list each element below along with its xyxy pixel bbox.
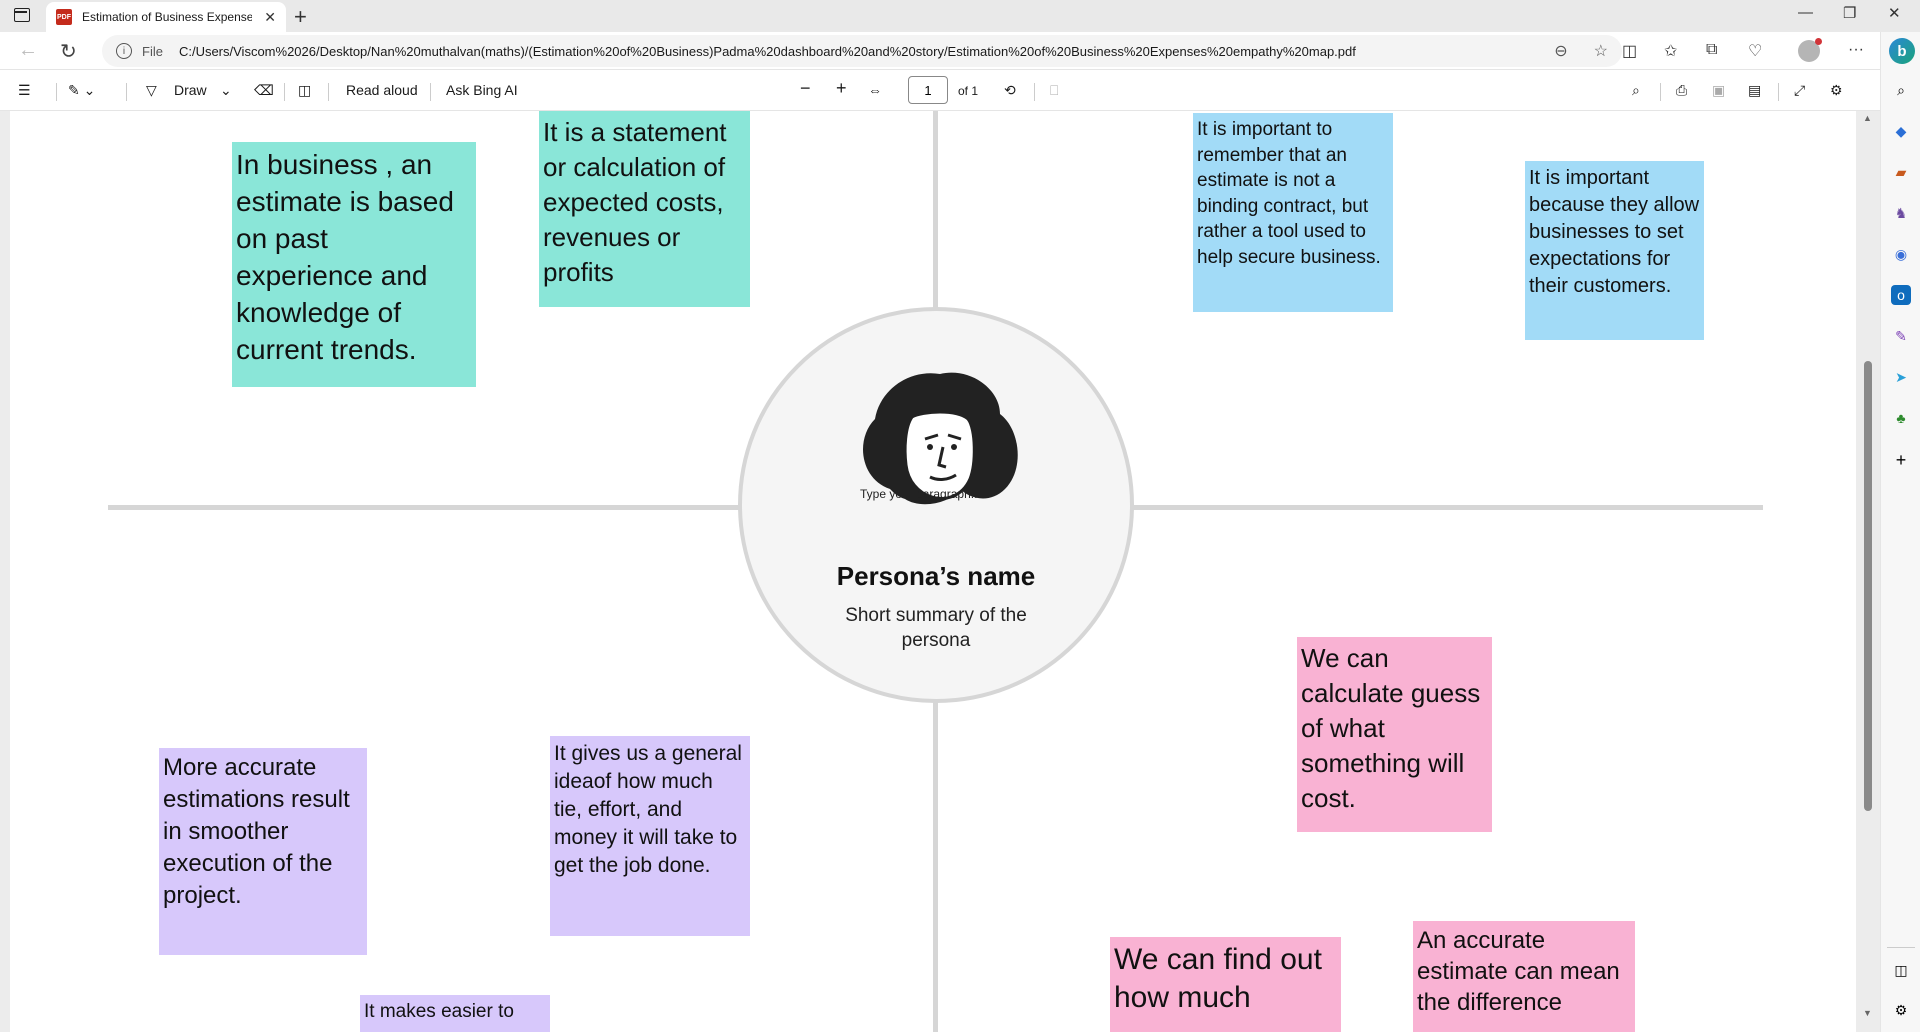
scrollbar-thumb[interactable] <box>1864 361 1872 811</box>
fullscreen-icon[interactable]: ⤢ <box>1794 82 1805 99</box>
sticky-note: It is a statement or calculation of expe… <box>539 111 750 307</box>
sticky-note: More accurate estimations result in smoo… <box>159 748 367 955</box>
sticky-note: It is important because they allow busin… <box>1525 161 1704 340</box>
draw-dropdown-icon[interactable]: ⌄ <box>220 82 232 99</box>
favorites-icon[interactable]: ✩ <box>1664 41 1677 61</box>
send-icon[interactable]: ➤ <box>1891 367 1911 387</box>
more-menu-icon[interactable]: ··· <box>1848 41 1864 59</box>
rotate-icon[interactable]: ⟲ <box>1004 82 1016 99</box>
edge-sidebar: b ⌕ ◆ ▰ ♞ ◉ o ✎ ➤ ♣ + ◫ ⚙ <box>1880 32 1920 1032</box>
file-label: File <box>142 43 163 59</box>
pdf-icon: PDF <box>56 9 72 25</box>
settings-icon[interactable]: ⚙ <box>1830 82 1843 99</box>
scroll-up-icon[interactable]: ▲ <box>1863 113 1872 123</box>
outlook-icon[interactable]: o <box>1891 285 1911 305</box>
info-icon[interactable]: i <box>116 43 132 59</box>
hide-sidebar-icon[interactable]: ◫ <box>1891 960 1911 980</box>
save-icon[interactable]: ▣ <box>1712 82 1725 99</box>
pdf-toolbar: ☰ ✎ ⌄ ▽ Draw ⌄ ⌫ ◫ Read aloud Ask Bing A… <box>0 71 1880 111</box>
paragraph-placeholder[interactable]: Type your paragraph... <box>860 487 981 501</box>
sticky-note: It makes easier to <box>360 995 550 1032</box>
browser-tab[interactable]: PDF Estimation of Business Expenses ✕ <box>46 2 286 32</box>
url-text[interactable]: C:/Users/Viscom%2026/Desktop/Nan%20mutha… <box>179 44 1356 59</box>
shopping-tag-icon[interactable]: ◆ <box>1891 121 1911 141</box>
sticky-note: It is important to remember that an esti… <box>1193 113 1393 312</box>
page-view-icon[interactable]: ◫ <box>298 82 311 99</box>
sticky-note: An accurate estimate can mean the differ… <box>1413 921 1635 1032</box>
games-icon[interactable]: ♞ <box>1891 203 1911 223</box>
restore-icon[interactable]: ❐ <box>1843 4 1856 22</box>
page-number-input[interactable]: 1 <box>908 76 948 104</box>
eraser-icon[interactable]: ⌫ <box>254 82 274 99</box>
search-icon[interactable]: ⌕ <box>1891 80 1911 100</box>
ask-bing-button[interactable]: Ask Bing AI <box>446 82 518 98</box>
office-icon[interactable]: ◉ <box>1891 244 1911 264</box>
pdf-page: Type your paragraph... Persona’s name Sh… <box>10 111 1856 1032</box>
sticky-note: We can calculate guess of what something… <box>1297 637 1492 832</box>
draw-icon[interactable]: ▽ <box>146 82 157 99</box>
persona-summary: Short summary of the persona <box>845 605 1027 651</box>
print-icon[interactable]: ⎙ <box>1676 82 1687 99</box>
bing-copilot-icon[interactable]: b <box>1889 38 1915 64</box>
persona-face-icon <box>863 372 1018 505</box>
profile-avatar[interactable] <box>1798 38 1822 62</box>
page-total: of 1 <box>958 84 979 98</box>
sidebar-settings-icon[interactable]: ⚙ <box>1891 1000 1911 1020</box>
zoom-in-icon[interactable]: + <box>836 78 847 99</box>
zoom-out-icon[interactable]: − <box>800 78 811 99</box>
contents-icon[interactable]: ☰ <box>18 82 31 99</box>
browser-essentials-icon[interactable]: ♡ <box>1748 41 1762 61</box>
persona-name: Persona’s name <box>836 561 1036 591</box>
minimize-icon[interactable]: — <box>1798 4 1813 21</box>
designer-icon[interactable]: ✎ <box>1891 326 1911 346</box>
url-box[interactable]: i File C:/Users/Viscom%2026/Desktop/Nan%… <box>102 35 1622 67</box>
add-app-icon[interactable]: + <box>1891 450 1911 470</box>
new-tab-icon[interactable]: + <box>294 4 307 30</box>
close-tab-icon[interactable]: ✕ <box>264 9 276 26</box>
highlight-icon[interactable]: ✎ ⌄ <box>68 82 95 99</box>
split-screen-icon[interactable]: ◫ <box>1622 41 1637 61</box>
sticky-note: We can find out how much <box>1110 937 1341 1032</box>
read-aloud-button[interactable]: Read aloud <box>346 82 418 98</box>
favorite-star-icon[interactable]: ☆ <box>1594 41 1608 61</box>
pdf-viewer: Type your paragraph... Persona’s name Sh… <box>0 111 1880 1032</box>
persona-circle: Type your paragraph... Persona’s name Sh… <box>738 307 1134 703</box>
close-window-icon[interactable]: ✕ <box>1888 4 1901 22</box>
address-bar: ← ↻ i File C:/Users/Viscom%2026/Desktop/… <box>0 32 1920 70</box>
two-page-icon[interactable]: ⎕ <box>1050 82 1058 99</box>
tab-title: Estimation of Business Expenses <box>82 10 252 24</box>
tools-icon[interactable]: ▰ <box>1891 162 1911 182</box>
sticky-note: It gives us a general ideaof how much ti… <box>550 736 750 936</box>
back-icon[interactable]: ← <box>18 39 38 62</box>
draw-button[interactable]: Draw <box>174 82 207 98</box>
vertical-scrollbar[interactable]: ▲ ▼ <box>1860 111 1876 1032</box>
fit-width-icon[interactable]: ⇔ <box>868 82 882 98</box>
zoom-icon[interactable]: ⊖ <box>1554 41 1567 61</box>
refresh-icon[interactable]: ↻ <box>60 39 77 64</box>
sticky-note: In business , an estimate is based on pa… <box>232 142 476 387</box>
save-as-icon[interactable]: ▤ <box>1748 82 1761 99</box>
tab-bar: PDF Estimation of Business Expenses ✕ + … <box>0 0 1920 32</box>
find-icon[interactable]: ⌕ <box>1632 82 1640 99</box>
collections-icon[interactable]: ⧉ <box>1706 41 1717 59</box>
scroll-down-icon[interactable]: ▼ <box>1863 1008 1872 1018</box>
tree-icon[interactable]: ♣ <box>1891 408 1911 428</box>
tab-actions-icon[interactable] <box>14 8 30 22</box>
